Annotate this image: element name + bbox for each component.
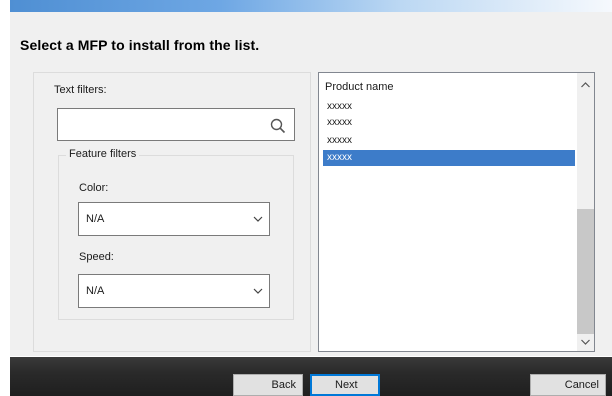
feature-filters-label: Feature filters xyxy=(66,148,140,160)
text-filter-input[interactable] xyxy=(57,108,295,141)
back-button[interactable]: Back xyxy=(233,374,303,396)
speed-select[interactable]: N/A xyxy=(78,274,270,308)
color-select-value: N/A xyxy=(86,213,105,225)
product-list[interactable]: Product name xxxxx xxxxx xxxxx xxxxx xyxy=(318,72,595,352)
product-list-item-selected[interactable]: xxxxx xyxy=(323,150,575,166)
product-name-column-header[interactable]: Product name xyxy=(325,81,393,93)
chevron-down-icon xyxy=(253,288,263,294)
chevron-down-icon[interactable] xyxy=(580,338,591,346)
speed-label: Speed: xyxy=(79,251,114,263)
install-mfp-dialog: Select a MFP to install from the list. T… xyxy=(0,0,612,396)
speed-select-value: N/A xyxy=(86,285,105,297)
page-title: Select a MFP to install from the list. xyxy=(20,37,260,53)
cancel-button[interactable]: Cancel xyxy=(530,374,606,396)
next-button[interactable]: Next xyxy=(310,374,380,396)
color-select[interactable]: N/A xyxy=(78,202,270,236)
chevron-up-icon[interactable] xyxy=(580,81,591,89)
search-icon[interactable] xyxy=(269,117,287,135)
text-filters-label: Text filters: xyxy=(54,84,107,96)
color-label: Color: xyxy=(79,182,109,194)
product-list-item[interactable]: xxxxx xyxy=(323,99,575,115)
chevron-down-icon xyxy=(253,216,263,222)
title-bar-strip xyxy=(10,0,612,12)
product-list-item[interactable]: xxxxx xyxy=(323,115,575,131)
product-list-scrollbar[interactable] xyxy=(577,73,594,351)
scrollbar-thumb[interactable] xyxy=(577,209,594,334)
product-list-item[interactable]: xxxxx xyxy=(323,133,575,149)
